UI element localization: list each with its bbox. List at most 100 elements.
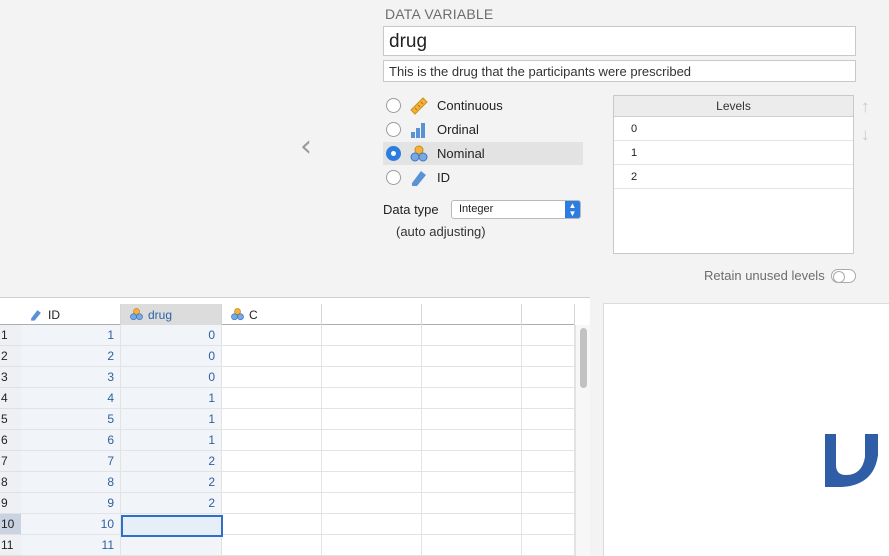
table-cell[interactable] — [222, 409, 322, 430]
table-cell[interactable] — [222, 493, 322, 514]
table-cell[interactable] — [222, 388, 322, 409]
row-number[interactable]: 4 — [0, 388, 21, 409]
column-header-drug[interactable]: drug — [121, 304, 222, 325]
table-cell[interactable] — [422, 472, 522, 493]
table-cell[interactable] — [322, 409, 422, 430]
table-cell[interactable] — [322, 325, 422, 346]
row-number[interactable]: 5 — [0, 409, 21, 430]
table-cell[interactable] — [422, 367, 522, 388]
table-cell[interactable] — [322, 514, 422, 535]
table-cell[interactable] — [522, 493, 575, 514]
table-cell[interactable]: 10 — [21, 514, 121, 535]
table-cell[interactable] — [422, 388, 522, 409]
table-cell[interactable] — [422, 493, 522, 514]
active-cell[interactable] — [121, 515, 223, 537]
column-header-empty[interactable] — [322, 304, 422, 325]
vertical-scrollbar[interactable] — [575, 325, 590, 556]
column-header-empty[interactable] — [522, 304, 575, 325]
table-cell[interactable]: 2 — [121, 472, 222, 493]
table-cell[interactable]: 0 — [121, 367, 222, 388]
retain-unused-levels-toggle[interactable] — [831, 269, 856, 283]
measure-type-nominal[interactable]: Nominal — [383, 142, 583, 165]
table-cell[interactable]: 7 — [21, 451, 121, 472]
table-cell[interactable] — [522, 472, 575, 493]
ordinal-radio[interactable] — [386, 122, 401, 137]
chevron-left-icon[interactable]: ‹ — [300, 132, 326, 162]
table-cell[interactable]: 2 — [121, 451, 222, 472]
row-number[interactable]: 2 — [0, 346, 21, 367]
level-item[interactable]: 0 — [614, 117, 853, 141]
row-number[interactable]: 8 — [0, 472, 21, 493]
table-cell[interactable] — [222, 472, 322, 493]
table-cell[interactable] — [522, 388, 575, 409]
table-cell[interactable] — [522, 451, 575, 472]
id-radio[interactable] — [386, 170, 401, 185]
table-cell[interactable] — [522, 430, 575, 451]
table-cell[interactable] — [222, 367, 322, 388]
table-cell[interactable]: 1 — [121, 430, 222, 451]
scrollbar-thumb[interactable] — [580, 328, 587, 388]
table-cell[interactable] — [522, 325, 575, 346]
table-cell[interactable]: 1 — [121, 388, 222, 409]
table-cell[interactable] — [322, 535, 422, 556]
table-cell[interactable] — [422, 514, 522, 535]
table-cell[interactable] — [422, 409, 522, 430]
table-cell[interactable] — [422, 430, 522, 451]
nominal-radio[interactable] — [386, 146, 401, 161]
table-cell[interactable]: 2 — [121, 493, 222, 514]
measure-type-id[interactable]: ID — [383, 166, 583, 189]
table-cell[interactable] — [322, 493, 422, 514]
variable-description-field[interactable]: This is the drug that the participants w… — [383, 60, 856, 82]
table-cell[interactable]: 2 — [21, 346, 121, 367]
column-header-id[interactable]: ID — [21, 304, 121, 325]
table-cell[interactable]: 9 — [21, 493, 121, 514]
column-header-empty[interactable] — [422, 304, 522, 325]
row-number[interactable]: 11 — [0, 535, 21, 556]
table-cell[interactable] — [322, 451, 422, 472]
table-cell[interactable] — [322, 430, 422, 451]
arrow-down-icon[interactable]: ↓ — [861, 125, 870, 145]
row-number[interactable]: 3 — [0, 367, 21, 388]
table-cell[interactable] — [121, 535, 222, 556]
continuous-radio[interactable] — [386, 98, 401, 113]
table-cell[interactable] — [322, 472, 422, 493]
level-item[interactable]: 1 — [614, 141, 853, 165]
row-number[interactable]: 10 — [0, 514, 21, 535]
table-cell[interactable] — [522, 367, 575, 388]
table-cell[interactable]: 1 — [21, 325, 121, 346]
table-cell[interactable] — [322, 388, 422, 409]
table-cell[interactable] — [522, 409, 575, 430]
table-cell[interactable]: 0 — [121, 325, 222, 346]
row-number[interactable]: 1 — [0, 325, 21, 346]
row-number[interactable]: 6 — [0, 430, 21, 451]
table-cell[interactable] — [222, 451, 322, 472]
table-cell[interactable] — [322, 367, 422, 388]
table-cell[interactable] — [422, 451, 522, 472]
table-cell[interactable] — [222, 535, 322, 556]
arrow-up-icon[interactable]: ↑ — [861, 97, 870, 117]
table-cell[interactable] — [422, 346, 522, 367]
table-cell[interactable]: 0 — [121, 346, 222, 367]
measure-type-continuous[interactable]: Continuous — [383, 94, 583, 117]
table-cell[interactable] — [222, 430, 322, 451]
data-type-select[interactable]: Integer ▲ ▼ — [451, 200, 581, 219]
measure-type-ordinal[interactable]: Ordinal — [383, 118, 583, 141]
table-cell[interactable] — [222, 325, 322, 346]
table-cell[interactable] — [522, 346, 575, 367]
table-cell[interactable]: 5 — [21, 409, 121, 430]
level-item[interactable]: 2 — [614, 165, 853, 189]
table-cell[interactable] — [222, 514, 322, 535]
table-cell[interactable]: 1 — [121, 409, 222, 430]
table-cell[interactable] — [422, 535, 522, 556]
table-cell[interactable] — [522, 514, 575, 535]
table-cell[interactable] — [522, 535, 575, 556]
table-cell[interactable] — [222, 346, 322, 367]
variable-name-field[interactable]: drug — [383, 26, 856, 56]
table-cell[interactable]: 11 — [21, 535, 121, 556]
row-number[interactable]: 9 — [0, 493, 21, 514]
table-cell[interactable]: 3 — [21, 367, 121, 388]
table-cell[interactable] — [422, 325, 522, 346]
table-cell[interactable]: 6 — [21, 430, 121, 451]
column-header-c[interactable]: C — [222, 304, 322, 325]
table-cell[interactable] — [322, 346, 422, 367]
